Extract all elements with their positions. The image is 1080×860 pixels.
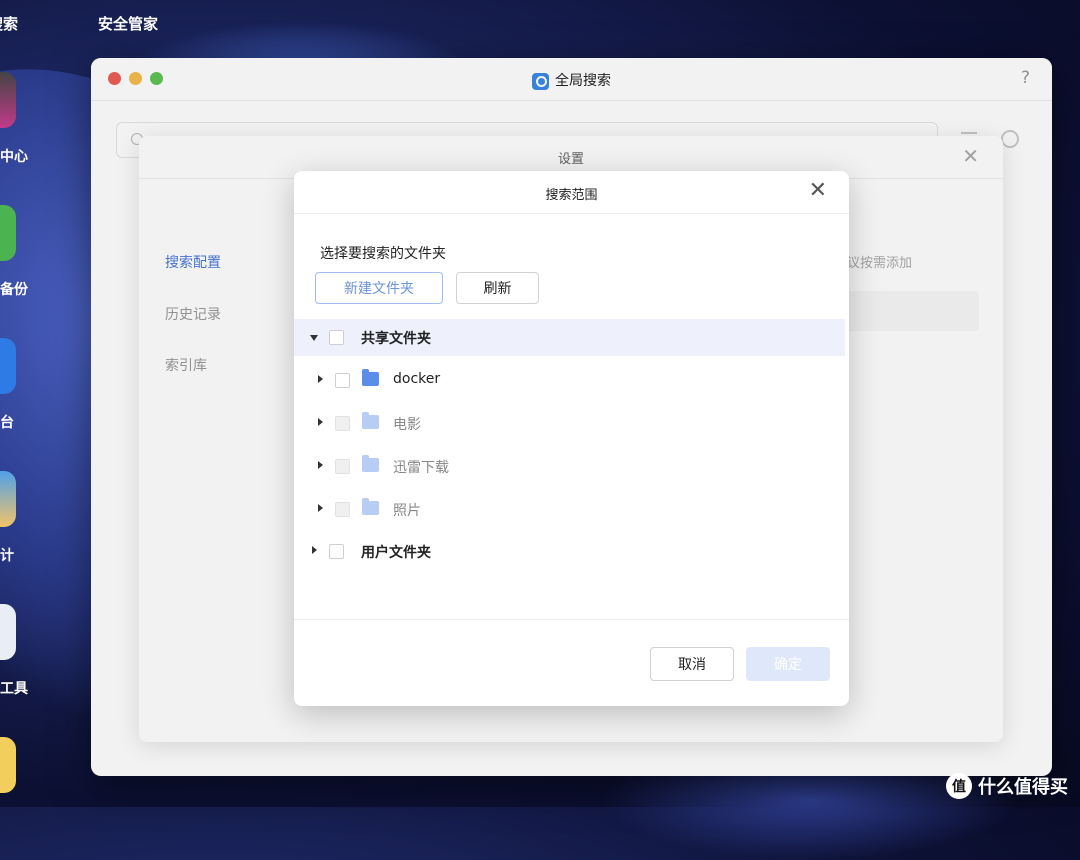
refresh-button[interactable]: 刷新 <box>456 272 539 304</box>
dialog-close-button[interactable]: ✕ <box>809 178 827 203</box>
tree-row-label: docker <box>393 371 441 387</box>
divider <box>294 213 849 214</box>
tree-row-photos[interactable]: 照片 <box>294 491 845 528</box>
checkbox[interactable] <box>329 330 344 345</box>
tree-row-label: 共享文件夹 <box>361 331 431 347</box>
dialog-title: 搜索范围 <box>545 188 598 203</box>
watermark-logo: 值 <box>946 773 972 799</box>
checkbox <box>335 502 350 517</box>
divider <box>294 619 849 620</box>
dock-label: 中心 <box>0 149 28 165</box>
tree-row-shared-folders[interactable]: 共享文件夹 <box>294 319 845 356</box>
menu-item-security-manager[interactable]: 安全管家 <box>98 13 158 34</box>
cancel-button[interactable]: 取消 <box>650 647 734 681</box>
tree-row-user-folders[interactable]: 用户文件夹 <box>294 533 845 570</box>
dock-app-icon[interactable] <box>0 737 16 793</box>
tree-row-label: 迅雷下载 <box>393 460 449 476</box>
checkbox <box>335 459 350 474</box>
tree-row-docker[interactable]: docker <box>294 362 845 399</box>
chevron-right-icon[interactable] <box>318 418 323 426</box>
dock-label: 台 <box>0 415 14 431</box>
chevron-right-icon[interactable] <box>318 504 323 512</box>
dock-app-icon[interactable] <box>0 471 16 527</box>
confirm-button[interactable]: 确定 <box>746 647 830 681</box>
dialog-prompt: 选择要搜索的文件夹 <box>320 246 446 262</box>
dock-app-icon[interactable] <box>0 72 16 128</box>
tree-row-label: 照片 <box>393 503 421 519</box>
folder-icon <box>362 498 379 515</box>
watermark-text: 什么值得买 <box>978 777 1068 798</box>
tree-row-thunder-downloads[interactable]: 迅雷下载 <box>294 448 845 485</box>
dock-label: 备份 <box>0 282 28 298</box>
tree-row-label: 用户文件夹 <box>361 545 431 561</box>
checkbox <box>335 416 350 431</box>
dock-label: 工具 <box>0 681 28 697</box>
folder-icon <box>362 369 379 386</box>
checkbox[interactable] <box>335 373 350 388</box>
chevron-right-icon[interactable] <box>312 546 317 554</box>
dock-label: 计 <box>0 548 14 564</box>
backup-app-icon[interactable] <box>0 205 16 261</box>
checkbox[interactable] <box>329 544 344 559</box>
watermark: 值 什么值得买 <box>946 773 1068 799</box>
chevron-right-icon[interactable] <box>318 461 323 469</box>
folder-icon <box>362 412 379 429</box>
chevron-right-icon[interactable] <box>318 375 323 383</box>
tools-app-icon[interactable] <box>0 604 16 660</box>
new-folder-button[interactable]: 新建文件夹 <box>315 272 443 304</box>
dock-app-icon[interactable] <box>0 338 16 394</box>
menu-item-search[interactable]: 搜索 <box>0 13 18 34</box>
tree-row-label: 电影 <box>393 417 421 433</box>
folder-icon <box>362 455 379 472</box>
chevron-down-icon[interactable] <box>310 335 318 341</box>
search-scope-dialog: 搜索范围 ✕ 选择要搜索的文件夹 新建文件夹 刷新 共享文件夹 docker 电… <box>294 171 849 706</box>
tree-row-movies[interactable]: 电影 <box>294 405 845 442</box>
